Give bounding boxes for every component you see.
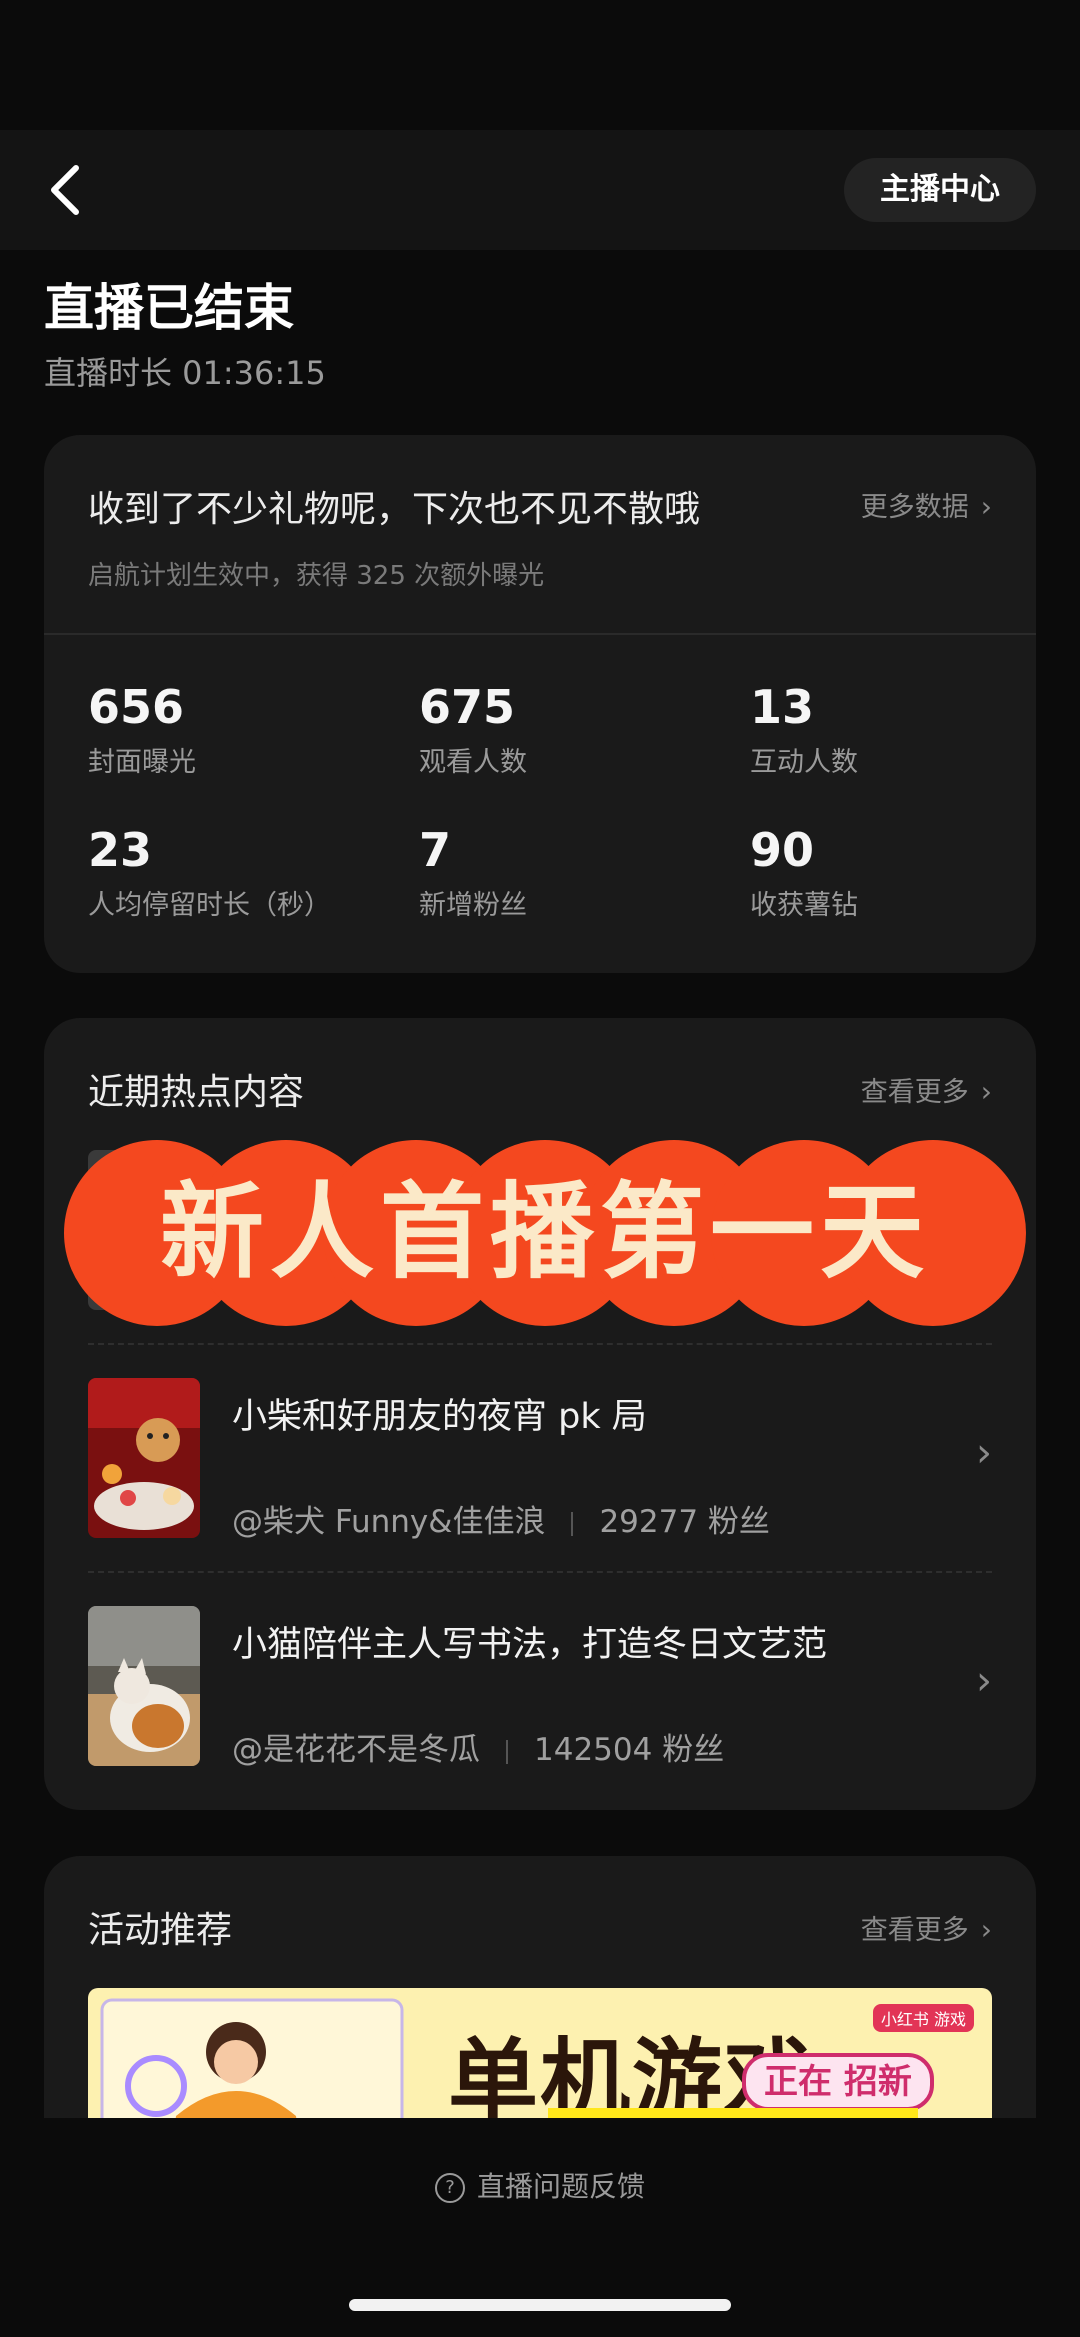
chevron-right-icon: › xyxy=(976,1430,992,1476)
dashed-divider xyxy=(88,1571,992,1573)
hot-more-label: 查看更多 xyxy=(860,1077,969,1108)
hot-more-link[interactable]: 查看更多 › xyxy=(861,1070,992,1109)
stat-value: 656 xyxy=(88,680,185,734)
stat-value: 23 xyxy=(88,823,153,877)
activity-more-link[interactable]: 查看更多 › xyxy=(861,1908,992,1947)
stat-label: 人均停留时长（秒） xyxy=(88,890,331,921)
hot-item[interactable]: 小猫陪伴主人写书法，打造冬日文艺范 @是花花不是冬瓜 142504 粉丝 › xyxy=(88,1606,992,1806)
top-bar: 主播中心 xyxy=(0,130,1080,250)
chevron-right-icon: › xyxy=(980,490,992,523)
divider xyxy=(44,633,1036,635)
hot-item-thumbnail xyxy=(88,1378,200,1538)
hot-item-meta: @是花花不是冬瓜 142504 粉丝 xyxy=(232,1724,724,1769)
hot-item-author: @柴犬 Funny&佳佳浪 xyxy=(232,1504,546,1540)
launch-plan-note: 启航计划生效中，获得 325 次额外曝光 xyxy=(88,561,545,591)
meta-separator xyxy=(571,1511,574,1536)
hot-item-thumbnail xyxy=(88,1606,200,1766)
stat-label: 收获薯钻 xyxy=(750,890,858,921)
overlay-text: 新人首播第一天 xyxy=(160,1171,930,1293)
stat-value: 675 xyxy=(419,680,516,734)
host-center-button[interactable]: 主播中心 xyxy=(844,158,1036,222)
chevron-right-icon: › xyxy=(976,1658,992,1704)
more-data-link[interactable]: 更多数据 › xyxy=(861,485,992,524)
banner-tag: 正在 招新 xyxy=(742,2053,934,2111)
hot-item-fans: 142504 粉丝 xyxy=(534,1732,725,1768)
stat-diamonds: 90 收获薯钻 xyxy=(750,823,1050,922)
banner-brand-logo: 小红书 游戏 xyxy=(872,2004,974,2032)
stat-value: 90 xyxy=(750,823,815,877)
stat-cover-exposure: 656 封面曝光 xyxy=(88,680,388,779)
chevron-right-icon: › xyxy=(980,1075,992,1108)
home-indicator[interactable] xyxy=(349,2299,731,2311)
feedback-label: 直播问题反馈 xyxy=(476,2170,645,2203)
stat-interactions: 13 互动人数 xyxy=(750,680,1050,779)
hot-item-meta: @柴犬 Funny&佳佳浪 29277 粉丝 xyxy=(232,1496,770,1541)
hot-item-author: @是花花不是冬瓜 xyxy=(232,1732,480,1768)
stat-avg-stay: 23 人均停留时长（秒） xyxy=(88,823,388,922)
hot-item[interactable]: 小柴和好朋友的夜宵 pk 局 @柴犬 Funny&佳佳浪 29277 粉丝 › xyxy=(88,1378,992,1578)
stat-new-fans: 7 新增粉丝 xyxy=(419,823,719,922)
stat-value: 13 xyxy=(750,680,815,734)
stat-value: 7 xyxy=(419,823,452,877)
activity-section-title: 活动推荐 xyxy=(88,1910,233,1951)
dashed-divider xyxy=(88,1343,992,1345)
live-feedback-link[interactable]: ? 直播问题反馈 xyxy=(0,2165,1080,2205)
stat-viewers: 675 观看人数 xyxy=(419,680,719,779)
activity-more-label: 查看更多 xyxy=(860,1915,969,1946)
hot-content-card: 近期热点内容 查看更多 › 小柴和好朋友的夜宵 pk 局 @柴犬 Funny&佳佳… xyxy=(44,1018,1036,1810)
stat-label: 新增粉丝 xyxy=(419,890,527,921)
gift-headline: 收到了不少礼物呢，下次也不见不散哦 xyxy=(88,489,701,530)
hot-item-fans: 29277 粉丝 xyxy=(599,1504,770,1540)
live-duration: 直播时长 01:36:15 xyxy=(44,354,326,392)
stat-label: 封面曝光 xyxy=(88,747,196,778)
hot-item-title: 小猫陪伴主人写书法，打造冬日文艺范 xyxy=(232,1625,828,1665)
stat-label: 观看人数 xyxy=(419,747,527,778)
more-data-label: 更多数据 xyxy=(860,492,969,523)
hot-section-title: 近期热点内容 xyxy=(88,1072,305,1113)
page-title: 直播已结束 xyxy=(44,279,294,337)
stats-card: 收到了不少礼物呢，下次也不见不散哦 更多数据 › 启航计划生效中，获得 325 次… xyxy=(44,435,1036,973)
chevron-right-icon: › xyxy=(980,1913,992,1946)
stat-label: 互动人数 xyxy=(750,747,858,778)
back-chevron-icon[interactable] xyxy=(40,158,96,222)
help-icon: ? xyxy=(434,2173,465,2203)
meta-separator xyxy=(506,1739,508,1764)
hot-item-title: 小柴和好朋友的夜宵 pk 局 xyxy=(232,1397,647,1437)
overlay-sticker: 新人首播第一天 xyxy=(64,1140,1026,1326)
